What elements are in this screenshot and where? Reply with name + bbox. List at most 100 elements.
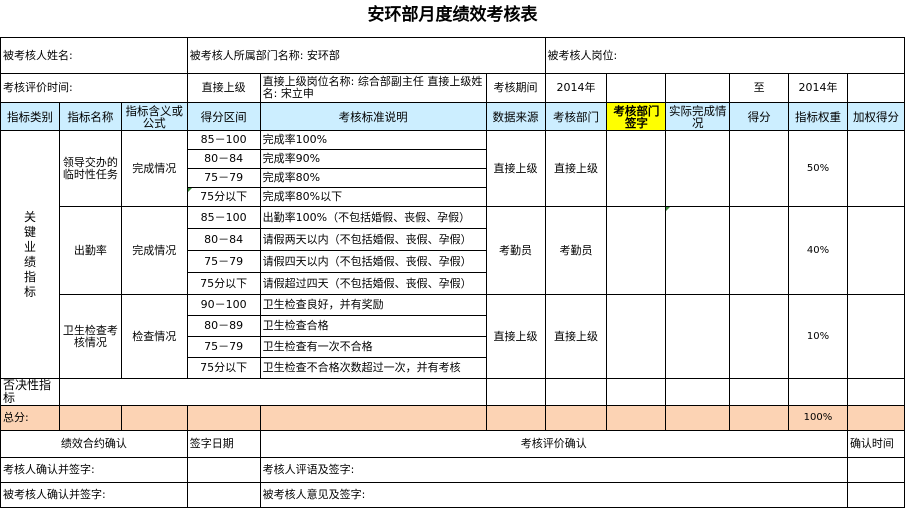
- standard-text: 完成率100%: [259, 130, 487, 150]
- empty-cell[interactable]: [788, 378, 848, 406]
- veto-cell[interactable]: [58, 378, 487, 406]
- perf-confirm-label: 绩效合约确认: [0, 430, 188, 458]
- assessee-opinion-cell[interactable]: 被考核人意见及签字:: [259, 482, 848, 508]
- indicator-meaning: 完成情况: [120, 206, 188, 295]
- empty-cell[interactable]: [665, 378, 731, 406]
- confirm-time-cell[interactable]: [846, 482, 905, 508]
- score-range: 85－100: [186, 130, 261, 150]
- total-empty: [120, 405, 188, 431]
- header-standard: 考核标准说明: [259, 102, 487, 131]
- empty-cell[interactable]: [729, 378, 789, 406]
- data-source: 直接上级: [485, 130, 546, 207]
- data-source: 直接上级: [485, 294, 546, 379]
- assessor-comment-cell[interactable]: 考核人评语及签字:: [259, 457, 848, 483]
- score-cell[interactable]: [729, 206, 789, 295]
- score-range: 75分以下: [186, 357, 261, 379]
- assess-dept: 考勤员: [544, 206, 608, 295]
- standard-text: 出勤率100%（不包括婚假、丧假、孕假）: [259, 206, 487, 229]
- period-start-cell[interactable]: 2014年: [544, 73, 608, 103]
- total-empty: [729, 405, 789, 431]
- header-weight: 指标权重: [788, 102, 848, 131]
- standard-text: 完成率80%以下: [259, 187, 487, 207]
- score-range: 75分以下: [186, 272, 261, 295]
- empty-cell[interactable]: [846, 378, 905, 406]
- standard-text: 卫生检查不合格次数超过一次，并有考核: [259, 357, 487, 379]
- empty-cell[interactable]: [485, 378, 546, 406]
- sign-date-cell[interactable]: [186, 482, 261, 508]
- empty-cell[interactable]: [846, 73, 905, 103]
- dept-sign-cell[interactable]: [606, 294, 667, 379]
- total-empty: [186, 405, 261, 431]
- assessee-dept-cell[interactable]: 被考核人所属部门名称: 安环部: [186, 37, 546, 74]
- total-weight: 100%: [788, 405, 848, 431]
- assess-dept: 直接上级: [544, 294, 608, 379]
- indicator-name: 卫生检查考核情况: [58, 294, 122, 379]
- period-end-cell[interactable]: 2014年: [788, 73, 848, 103]
- empty-cell[interactable]: [665, 73, 731, 103]
- assessee-post-cell[interactable]: 被考核人岗位:: [544, 37, 905, 74]
- sign-date-cell[interactable]: [186, 457, 261, 483]
- weight-value: 40%: [788, 206, 848, 295]
- page-title: 安环部月度绩效考核表: [367, 5, 538, 25]
- weight-value: 10%: [788, 294, 848, 379]
- standard-text: 请假两天以内（不包括婚假、丧假、孕假）: [259, 228, 487, 251]
- assess-dept: 直接上级: [544, 130, 608, 207]
- standard-text: 完成率90%: [259, 149, 487, 169]
- total-label: 总分:: [0, 405, 60, 431]
- confirm-time-label: 确认时间: [846, 430, 905, 458]
- empty-cell[interactable]: [544, 378, 608, 406]
- header-source: 数据来源: [485, 102, 546, 131]
- header-meaning: 指标含义或公式: [120, 102, 188, 131]
- score-cell[interactable]: [729, 294, 789, 379]
- indicator-meaning: 完成情况: [120, 130, 188, 207]
- score-range: 80－89: [186, 315, 261, 337]
- confirm-time-cell[interactable]: [846, 457, 905, 483]
- eval-confirm-label: 考核评价确认: [259, 430, 848, 458]
- assessee-name-cell[interactable]: 被考核人姓名:: [0, 37, 188, 74]
- direct-superior-cell: 直接上级: [186, 73, 261, 103]
- dept-sign-cell[interactable]: [606, 130, 667, 207]
- header-category: 指标类别: [0, 102, 60, 131]
- standard-text: 卫生检查合格: [259, 315, 487, 337]
- score-range: 85－100: [186, 206, 261, 229]
- standard-text: 请假四天以内（不包括婚假、丧假、孕假）: [259, 250, 487, 273]
- eval-time-cell[interactable]: 考核评价时间:: [0, 73, 188, 103]
- header-score: 得分: [729, 102, 789, 131]
- assessor-sign-cell[interactable]: 考核人确认并签字:: [0, 457, 188, 483]
- total-empty: [58, 405, 122, 431]
- dept-sign-cell[interactable]: [606, 206, 667, 295]
- header-actual: 实际完成情况: [665, 102, 731, 131]
- bonus-cell[interactable]: [846, 130, 905, 207]
- standard-text: 卫生检查有一次不合格: [259, 336, 487, 358]
- header-bonus: 加权得分: [846, 102, 905, 131]
- score-cell[interactable]: [729, 130, 789, 207]
- empty-cell[interactable]: [606, 73, 667, 103]
- actual-cell[interactable]: [665, 294, 731, 379]
- data-source: 考勤员: [485, 206, 546, 295]
- superior-post-cell[interactable]: 直接上级岗位名称: 综合部副主任 直接上级姓名: 宋立申: [259, 73, 487, 103]
- bonus-cell[interactable]: [846, 294, 905, 379]
- score-range: 90－100: [186, 294, 261, 316]
- total-empty: [544, 405, 608, 431]
- sign-date-label: 签字日期: [186, 430, 261, 458]
- header-score-range: 得分区间: [186, 102, 261, 131]
- assessee-sign-cell[interactable]: 被考核人确认并签字:: [0, 482, 188, 508]
- header-sign: 考核部门签字: [606, 102, 667, 131]
- standard-text: 卫生检查良好，并有奖励: [259, 294, 487, 316]
- actual-cell[interactable]: [665, 206, 731, 295]
- total-empty: [485, 405, 546, 431]
- bonus-cell[interactable]: [846, 206, 905, 295]
- standard-text: 请假超过四天（不包括婚假、丧假、孕假）: [259, 272, 487, 295]
- score-range: 75－79: [186, 250, 261, 273]
- indicator-meaning: 检查情况: [120, 294, 188, 379]
- indicator-name: 领导交办的临时性任务: [58, 130, 122, 207]
- veto-label: 否决性指标: [0, 378, 60, 406]
- period-label-cell: 考核期间: [485, 73, 546, 103]
- empty-cell[interactable]: [606, 378, 667, 406]
- actual-cell[interactable]: [665, 130, 731, 207]
- score-range: 75分以下: [186, 187, 261, 207]
- weight-value: 50%: [788, 130, 848, 207]
- indicator-name: 出勤率: [58, 206, 122, 295]
- score-range: 75－79: [186, 168, 261, 188]
- total-score[interactable]: [846, 405, 905, 431]
